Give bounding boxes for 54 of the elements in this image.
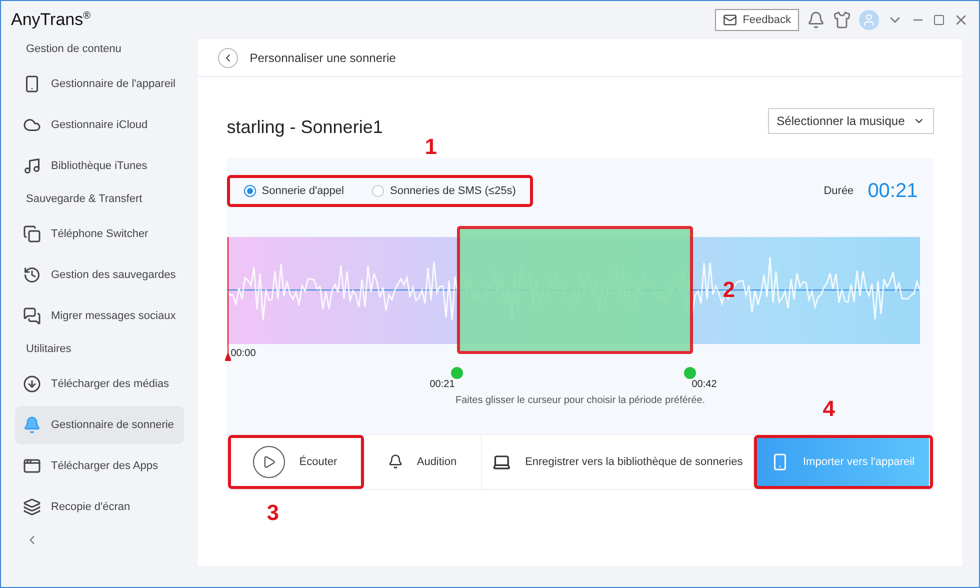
sidebar-item[interactable]: Gestionnaire de sonnerie bbox=[15, 406, 184, 444]
duration-label: Durée bbox=[824, 185, 854, 198]
callout-number: 1 bbox=[424, 134, 437, 160]
playhead-time: 00:00 bbox=[230, 348, 256, 359]
history-icon bbox=[23, 266, 41, 284]
bell-icon[interactable] bbox=[807, 10, 825, 28]
sidebar-item[interactable]: Migrer messages sociaux bbox=[15, 297, 184, 335]
section-title: Utilitaires bbox=[25, 342, 72, 357]
listen-button[interactable]: Écouter bbox=[230, 438, 361, 486]
phones-icon bbox=[23, 225, 41, 243]
sidebar-item[interactable]: Télécharger des Apps bbox=[15, 447, 184, 485]
bell-icon bbox=[23, 416, 41, 434]
sidebar-item[interactable]: Gestion des sauvegardes bbox=[15, 256, 184, 294]
app-store-icon bbox=[23, 457, 41, 475]
app-logo: AnyTrans$^{®}$ bbox=[11, 10, 92, 30]
maximize-icon[interactable] bbox=[933, 14, 945, 26]
radio-button[interactable] bbox=[372, 185, 384, 198]
duration-value: 00:21 bbox=[868, 180, 918, 203]
callout-number: 4 bbox=[822, 396, 835, 422]
phone-icon bbox=[23, 75, 41, 93]
ringtone-title: starling - Sonnerie1 bbox=[226, 116, 383, 138]
end-time: 00:42 bbox=[692, 378, 717, 390]
start-time: 00:21 bbox=[430, 378, 455, 390]
selection-region[interactable] bbox=[456, 226, 693, 354]
start-handle[interactable] bbox=[450, 366, 463, 379]
sidebar-item[interactable]: Gestionnaire iCloud bbox=[15, 106, 184, 144]
mail-icon bbox=[722, 12, 737, 26]
playhead-icon[interactable] bbox=[224, 237, 231, 362]
sidebar-item[interactable]: Recopie d'écran bbox=[15, 488, 184, 526]
page-header: Personnaliser une sonnerie bbox=[250, 50, 396, 64]
section-title: Sauvegarde & Transfert bbox=[25, 192, 144, 207]
music-icon bbox=[23, 157, 41, 175]
radio-option[interactable]: Sonnerie d'appel bbox=[230, 178, 358, 204]
callout-number: 3 bbox=[266, 500, 279, 526]
cloud-icon bbox=[23, 116, 41, 134]
chat-icon bbox=[23, 307, 41, 325]
hint-text: Faites glisser le curseur pour choisir la période préférée. bbox=[455, 395, 706, 408]
shirt-icon[interactable] bbox=[833, 10, 851, 28]
bell-icon bbox=[388, 454, 403, 470]
callout-number: 2 bbox=[722, 277, 735, 304]
sidebar-item[interactable]: Gestionnaire de l'appareil bbox=[15, 65, 184, 103]
sidebar-item[interactable]: Bibliothèque iTunes bbox=[15, 147, 184, 185]
section-title: Gestion de contenu bbox=[25, 42, 122, 57]
end-handle[interactable] bbox=[684, 366, 696, 379]
screens-icon bbox=[23, 498, 41, 516]
sidebar-item[interactable]: Télécharger des médias bbox=[15, 365, 184, 403]
sidebar-item[interactable]: Téléphone Switcher bbox=[15, 215, 184, 253]
download-icon bbox=[23, 375, 41, 393]
play-icon bbox=[253, 446, 286, 478]
back-button[interactable] bbox=[218, 48, 238, 68]
radio-button[interactable] bbox=[244, 185, 256, 198]
feedback-button[interactable]: Feedback bbox=[714, 8, 799, 30]
radio-option[interactable]: Sonneries de SMS (≤25s) bbox=[358, 178, 530, 204]
select-music-button[interactable]: Sélectionner la musique bbox=[768, 108, 934, 134]
